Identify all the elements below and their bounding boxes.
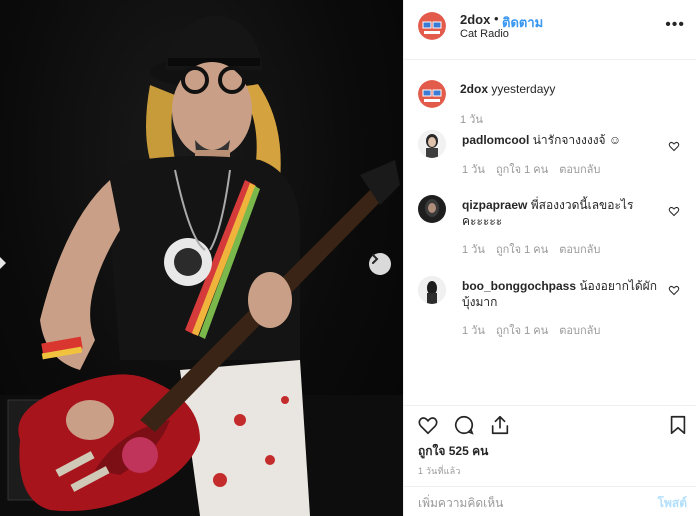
bassist-photo [0,15,403,516]
commenter-avatar[interactable] [418,130,446,158]
reply-button[interactable]: ตอบกลับ [559,164,600,176]
share-icon[interactable] [489,414,511,436]
comment-text-block: boo_bonggochpass น้องอยากได้ผักบุ้งมาก [462,278,662,310]
commenter-avatar[interactable] [418,276,446,304]
comment-username[interactable]: qizpapraew [462,198,527,212]
caption-text: yyesterdayy [491,82,556,96]
comment-likes[interactable]: ถูกใจ 1 คน [496,325,548,337]
caption: 2dox yyesterdayy [460,82,555,96]
author-username[interactable]: 2dox [460,12,490,27]
reply-button[interactable]: ตอบกลับ [559,244,600,256]
heart-icon[interactable] [668,205,680,217]
comment-text: น่ารักจางงงงจ้ ☺ [532,133,622,147]
chevron-right-icon [372,254,379,264]
post-header: 2dox • ติดตาม Cat Radio ••• [404,0,696,60]
bookmark-icon[interactable] [667,414,689,436]
comment-icon[interactable] [453,414,475,436]
comment-composer: เพิ่มความคิดเห็น โพสต์ [404,486,696,516]
post-comment-button[interactable]: โพสต์ [658,494,687,513]
heart-icon[interactable] [417,414,439,436]
comment-likes[interactable]: ถูกใจ 1 คน [496,164,548,176]
comment-meta: 1 วัน ถูกใจ 1 คน ตอบกลับ [462,240,608,258]
next-photo-button[interactable] [369,253,391,275]
comment-username[interactable]: padlomcool [462,133,529,147]
comment-username[interactable]: boo_bonggochpass [462,279,576,293]
post-photo[interactable] [0,0,403,516]
comment-time[interactable]: 1 วัน [462,164,485,176]
comment-text-block: qizpapraew พี่สองงวดนี้เลขอะไร คะะะะะ [462,197,662,229]
prev-photo-indicator [0,257,6,269]
comment-text-block: padlomcool น่ารักจางงงงจ้ ☺ [462,132,662,148]
instagram-post-view: 2dox • ติดตาม Cat Radio ••• 2dox yyester… [0,0,696,516]
comment-time[interactable]: 1 วัน [462,244,485,256]
more-icon[interactable]: ••• [665,16,685,34]
comment-meta: 1 วัน ถูกใจ 1 คน ตอบกลับ [462,160,608,178]
caption-username[interactable]: 2dox [460,82,488,96]
reply-button[interactable]: ตอบกลับ [559,325,600,337]
commenter-avatar[interactable] [418,195,446,223]
post-timestamp: 1 วันที่แล้ว [418,466,461,476]
post-sidebar: 2dox • ติดตาม Cat Radio ••• 2dox yyester… [403,0,696,516]
author-avatar[interactable] [418,12,446,40]
heart-icon[interactable] [668,284,680,296]
post-actions: ถูกใจ 525 คน 1 วันที่แล้ว [404,405,696,485]
header-separator: • [494,11,499,26]
comment-likes[interactable]: ถูกใจ 1 คน [496,244,548,256]
comments-list: 2dox yyesterdayy 1 วัน padlomcool น่ารัก… [404,60,696,405]
comment-time[interactable]: 1 วัน [462,325,485,337]
post-location[interactable]: Cat Radio [460,28,509,40]
comment-input[interactable]: เพิ่มความคิดเห็น [418,494,503,513]
heart-icon[interactable] [668,140,680,152]
caption-avatar[interactable] [418,80,446,108]
like-count[interactable]: ถูกใจ 525 คน [418,442,488,461]
comment-meta: 1 วัน ถูกใจ 1 คน ตอบกลับ [462,321,608,339]
caption-time[interactable]: 1 วัน [460,110,483,128]
